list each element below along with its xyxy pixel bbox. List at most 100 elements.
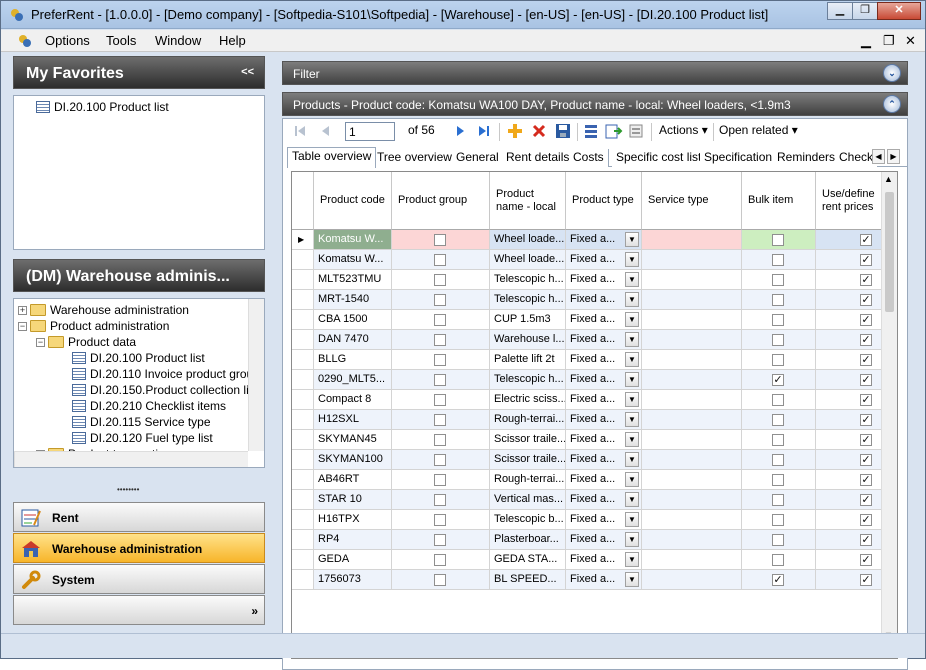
bulk-item-checkbox[interactable] [772,534,784,546]
cell-bulk-item[interactable] [742,310,816,330]
last-page-icon[interactable] [477,124,491,138]
cell-product-name[interactable]: Rough-terrai... [490,410,566,430]
row-selector[interactable] [292,510,314,530]
row-selector[interactable] [292,570,314,590]
dropdown-arrow-icon[interactable]: ▼ [625,292,639,307]
table-row[interactable]: CBA 1500 CUP 1.5m3 Fixed a... ▼ ✓ [292,310,892,330]
cell-product-group[interactable] [392,450,490,470]
cell-product-code[interactable]: 0290_MLT5... [314,370,392,390]
nav-rent-button[interactable]: Rent [13,502,265,532]
cell-product-code[interactable]: H12SXL [314,410,392,430]
cell-product-code[interactable]: MLT523TMU [314,270,392,290]
menu-window[interactable]: Window [155,33,201,48]
collapse-favorites-button[interactable]: << [241,66,254,78]
product-group-checkbox[interactable] [434,474,446,486]
cell-product-name[interactable]: Palette lift 2t [490,350,566,370]
rent-prices-checkbox[interactable]: ✓ [860,574,872,586]
export-icon[interactable] [605,123,623,139]
list-view-icon[interactable] [583,123,599,139]
cell-rent-prices[interactable]: ✓ [816,530,882,550]
cell-rent-prices[interactable]: ✓ [816,390,882,410]
table-row[interactable]: GEDA GEDA STA... Fixed a... ▼ ✓ [292,550,892,570]
row-selector[interactable] [292,390,314,410]
cell-bulk-item[interactable] [742,470,816,490]
table-row[interactable]: BLLG Palette lift 2t Fixed a... ▼ ✓ [292,350,892,370]
cell-product-group[interactable] [392,410,490,430]
nav-warehouse-button[interactable]: Warehouse administration [13,533,265,563]
bulk-item-checkbox[interactable] [772,494,784,506]
column-header-product-type[interactable]: Product type [566,172,642,230]
product-group-checkbox[interactable] [434,554,446,566]
dropdown-arrow-icon[interactable]: ▼ [625,492,639,507]
close-button[interactable]: ✕ [877,2,921,20]
cell-service-type[interactable] [642,310,742,330]
bulk-item-checkbox[interactable] [772,414,784,426]
rent-prices-checkbox[interactable]: ✓ [860,494,872,506]
dropdown-arrow-icon[interactable]: ▼ [625,532,639,547]
cell-product-type[interactable]: Fixed a... ▼ [566,350,642,370]
first-page-icon[interactable] [293,124,307,138]
cell-product-name[interactable]: Warehouse l... [490,330,566,350]
cell-service-type[interactable] [642,250,742,270]
rent-prices-checkbox[interactable]: ✓ [860,374,872,386]
dropdown-arrow-icon[interactable]: ▼ [625,352,639,367]
cell-product-name[interactable]: Telescopic b... [490,510,566,530]
product-group-checkbox[interactable] [434,414,446,426]
table-row[interactable]: MRT-1540 Telescopic h... Fixed a... ▼ ✓ [292,290,892,310]
cell-product-type[interactable]: Fixed a... ▼ [566,410,642,430]
actions-dropdown[interactable]: Actions ▾ [659,123,708,137]
cell-product-type[interactable]: Fixed a... ▼ [566,430,642,450]
cell-rent-prices[interactable]: ✓ [816,450,882,470]
bulk-item-checkbox[interactable] [772,314,784,326]
page-number-input[interactable] [345,122,395,141]
cell-product-type[interactable]: Fixed a... ▼ [566,370,642,390]
product-group-checkbox[interactable] [434,494,446,506]
bulk-item-checkbox[interactable] [772,294,784,306]
table-row[interactable]: Compact 8 Electric sciss... Fixed a... ▼ ✓ [292,390,892,410]
rent-prices-checkbox[interactable]: ✓ [860,294,872,306]
cell-product-group[interactable] [392,470,490,490]
cell-product-type[interactable]: Fixed a... ▼ [566,510,642,530]
favorite-item[interactable]: DI.20.100 Product list [36,99,169,115]
bulk-item-checkbox[interactable]: ✓ [772,374,784,386]
add-icon[interactable] [507,123,523,139]
collapse-products-icon[interactable]: ⌃ [883,95,901,113]
cell-rent-prices[interactable]: ✓ [816,350,882,370]
product-group-checkbox[interactable] [434,334,446,346]
product-group-checkbox[interactable] [434,514,446,526]
cell-product-group[interactable] [392,330,490,350]
column-header-product-name[interactable]: Product name - local [490,172,566,230]
cell-service-type[interactable] [642,530,742,550]
tab-costs[interactable]: Costs [569,149,609,167]
tree-item-checklist[interactable]: DI.20.210 Checklist items [72,398,226,414]
rent-prices-checkbox[interactable]: ✓ [860,414,872,426]
collapse-icon[interactable]: − [36,337,45,347]
cell-service-type[interactable] [642,570,742,590]
filter-bar[interactable]: Filter ⌄ [282,61,908,85]
cell-product-name[interactable]: Telescopic h... [490,290,566,310]
cell-bulk-item[interactable] [742,330,816,350]
cell-rent-prices[interactable]: ✓ [816,270,882,290]
rent-prices-checkbox[interactable]: ✓ [860,514,872,526]
row-selector[interactable] [292,270,314,290]
nav-more-button[interactable]: » [251,604,258,618]
tab-rent-details[interactable]: Rent details [502,149,575,167]
cell-product-code[interactable]: 1756073 [314,570,392,590]
cell-product-group[interactable] [392,250,490,270]
cell-product-group[interactable] [392,390,490,410]
product-group-checkbox[interactable] [434,294,446,306]
cell-product-name[interactable]: Telescopic h... [490,270,566,290]
cell-product-name[interactable]: Plasterboar... [490,530,566,550]
cell-rent-prices[interactable]: ✓ [816,470,882,490]
cell-rent-prices[interactable]: ✓ [816,290,882,310]
bulk-item-checkbox[interactable] [772,454,784,466]
cell-service-type[interactable] [642,350,742,370]
tree-item-service-type[interactable]: DI.20.115 Service type [72,414,211,430]
maximize-button[interactable]: ❐ [852,2,878,20]
scroll-up-icon[interactable]: ▲ [884,174,893,184]
cell-product-code[interactable]: Compact 8 [314,390,392,410]
row-selector[interactable] [292,550,314,570]
menu-tools[interactable]: Tools [106,33,136,48]
cell-bulk-item[interactable] [742,530,816,550]
cell-rent-prices[interactable]: ✓ [816,230,882,250]
